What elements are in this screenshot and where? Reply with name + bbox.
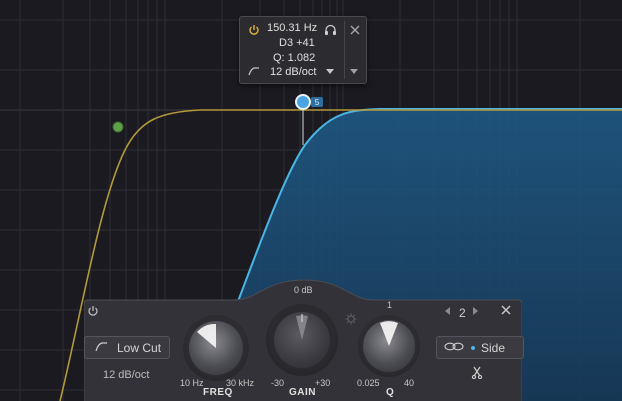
slope-value[interactable]: 12 dB/oct xyxy=(103,369,149,381)
freq-min-label: 10 Hz xyxy=(180,378,204,388)
freq-knob-indicator xyxy=(197,323,216,348)
close-icon[interactable] xyxy=(347,22,363,38)
tooltip-separator xyxy=(344,21,345,79)
headphones-icon[interactable] xyxy=(322,23,338,37)
band-index: 2 xyxy=(459,306,466,320)
active-dot xyxy=(471,345,475,350)
gain-label: GAIN xyxy=(289,387,316,398)
stereo-mode-button[interactable]: Side xyxy=(436,336,524,359)
lowcut-shape-icon xyxy=(95,341,113,354)
stereo-mode-label: Side xyxy=(481,340,506,355)
q-mid-label: 1 xyxy=(387,300,393,310)
gain-min-label: -30 xyxy=(271,378,285,388)
gain-knob[interactable] xyxy=(266,304,338,376)
band-node-selected[interactable] xyxy=(295,94,311,110)
power-icon[interactable] xyxy=(247,23,261,37)
tooltip-slope[interactable]: 12 dB/oct xyxy=(270,66,316,78)
scissors-icon[interactable] xyxy=(471,366,487,382)
gain-max-label: +30 xyxy=(315,378,331,388)
chevron-left-icon[interactable] xyxy=(445,307,455,319)
tooltip-frequency[interactable]: 150.31 Hz xyxy=(267,22,317,34)
q-max-label: 40 xyxy=(404,378,415,388)
gain-zero-label: 0 dB xyxy=(294,285,313,295)
freq-label: FREQ xyxy=(203,387,233,398)
eq-display[interactable]: 5 150.31 Hz D3 +41 Q: 1.082 12 dB/oct Lo… xyxy=(0,0,622,401)
lowcut-shape-icon[interactable] xyxy=(247,65,261,77)
chevron-right-icon[interactable] xyxy=(473,307,483,319)
q-knob-indicator xyxy=(380,321,398,346)
tooltip-note: D3 +41 xyxy=(279,37,315,49)
filter-type-button[interactable]: Low Cut xyxy=(84,336,170,359)
power-icon[interactable] xyxy=(87,305,103,321)
gain-knob-indicator xyxy=(296,314,308,340)
band-number-text: 5 xyxy=(315,98,320,107)
q-knob[interactable] xyxy=(358,315,420,377)
band-tooltip: 150.31 Hz D3 +41 Q: 1.082 12 dB/oct xyxy=(239,16,367,84)
close-icon[interactable] xyxy=(501,305,517,321)
freq-knob[interactable] xyxy=(183,315,249,381)
q-min-label: 0.025 xyxy=(357,378,380,388)
tooltip-q[interactable]: Q: 1.082 xyxy=(273,52,315,64)
band-node-green[interactable] xyxy=(112,121,124,133)
q-label: Q xyxy=(386,387,395,398)
chevron-down-icon[interactable] xyxy=(349,67,359,77)
filter-type-label: Low Cut xyxy=(117,340,162,355)
gear-icon[interactable] xyxy=(345,313,359,327)
band-control-panel: Low Cut 12 dB/oct 10 Hz 30 kHz FREQ 0 dB… xyxy=(84,274,524,401)
link-icon xyxy=(444,342,466,354)
chevron-down-icon[interactable] xyxy=(325,67,335,77)
